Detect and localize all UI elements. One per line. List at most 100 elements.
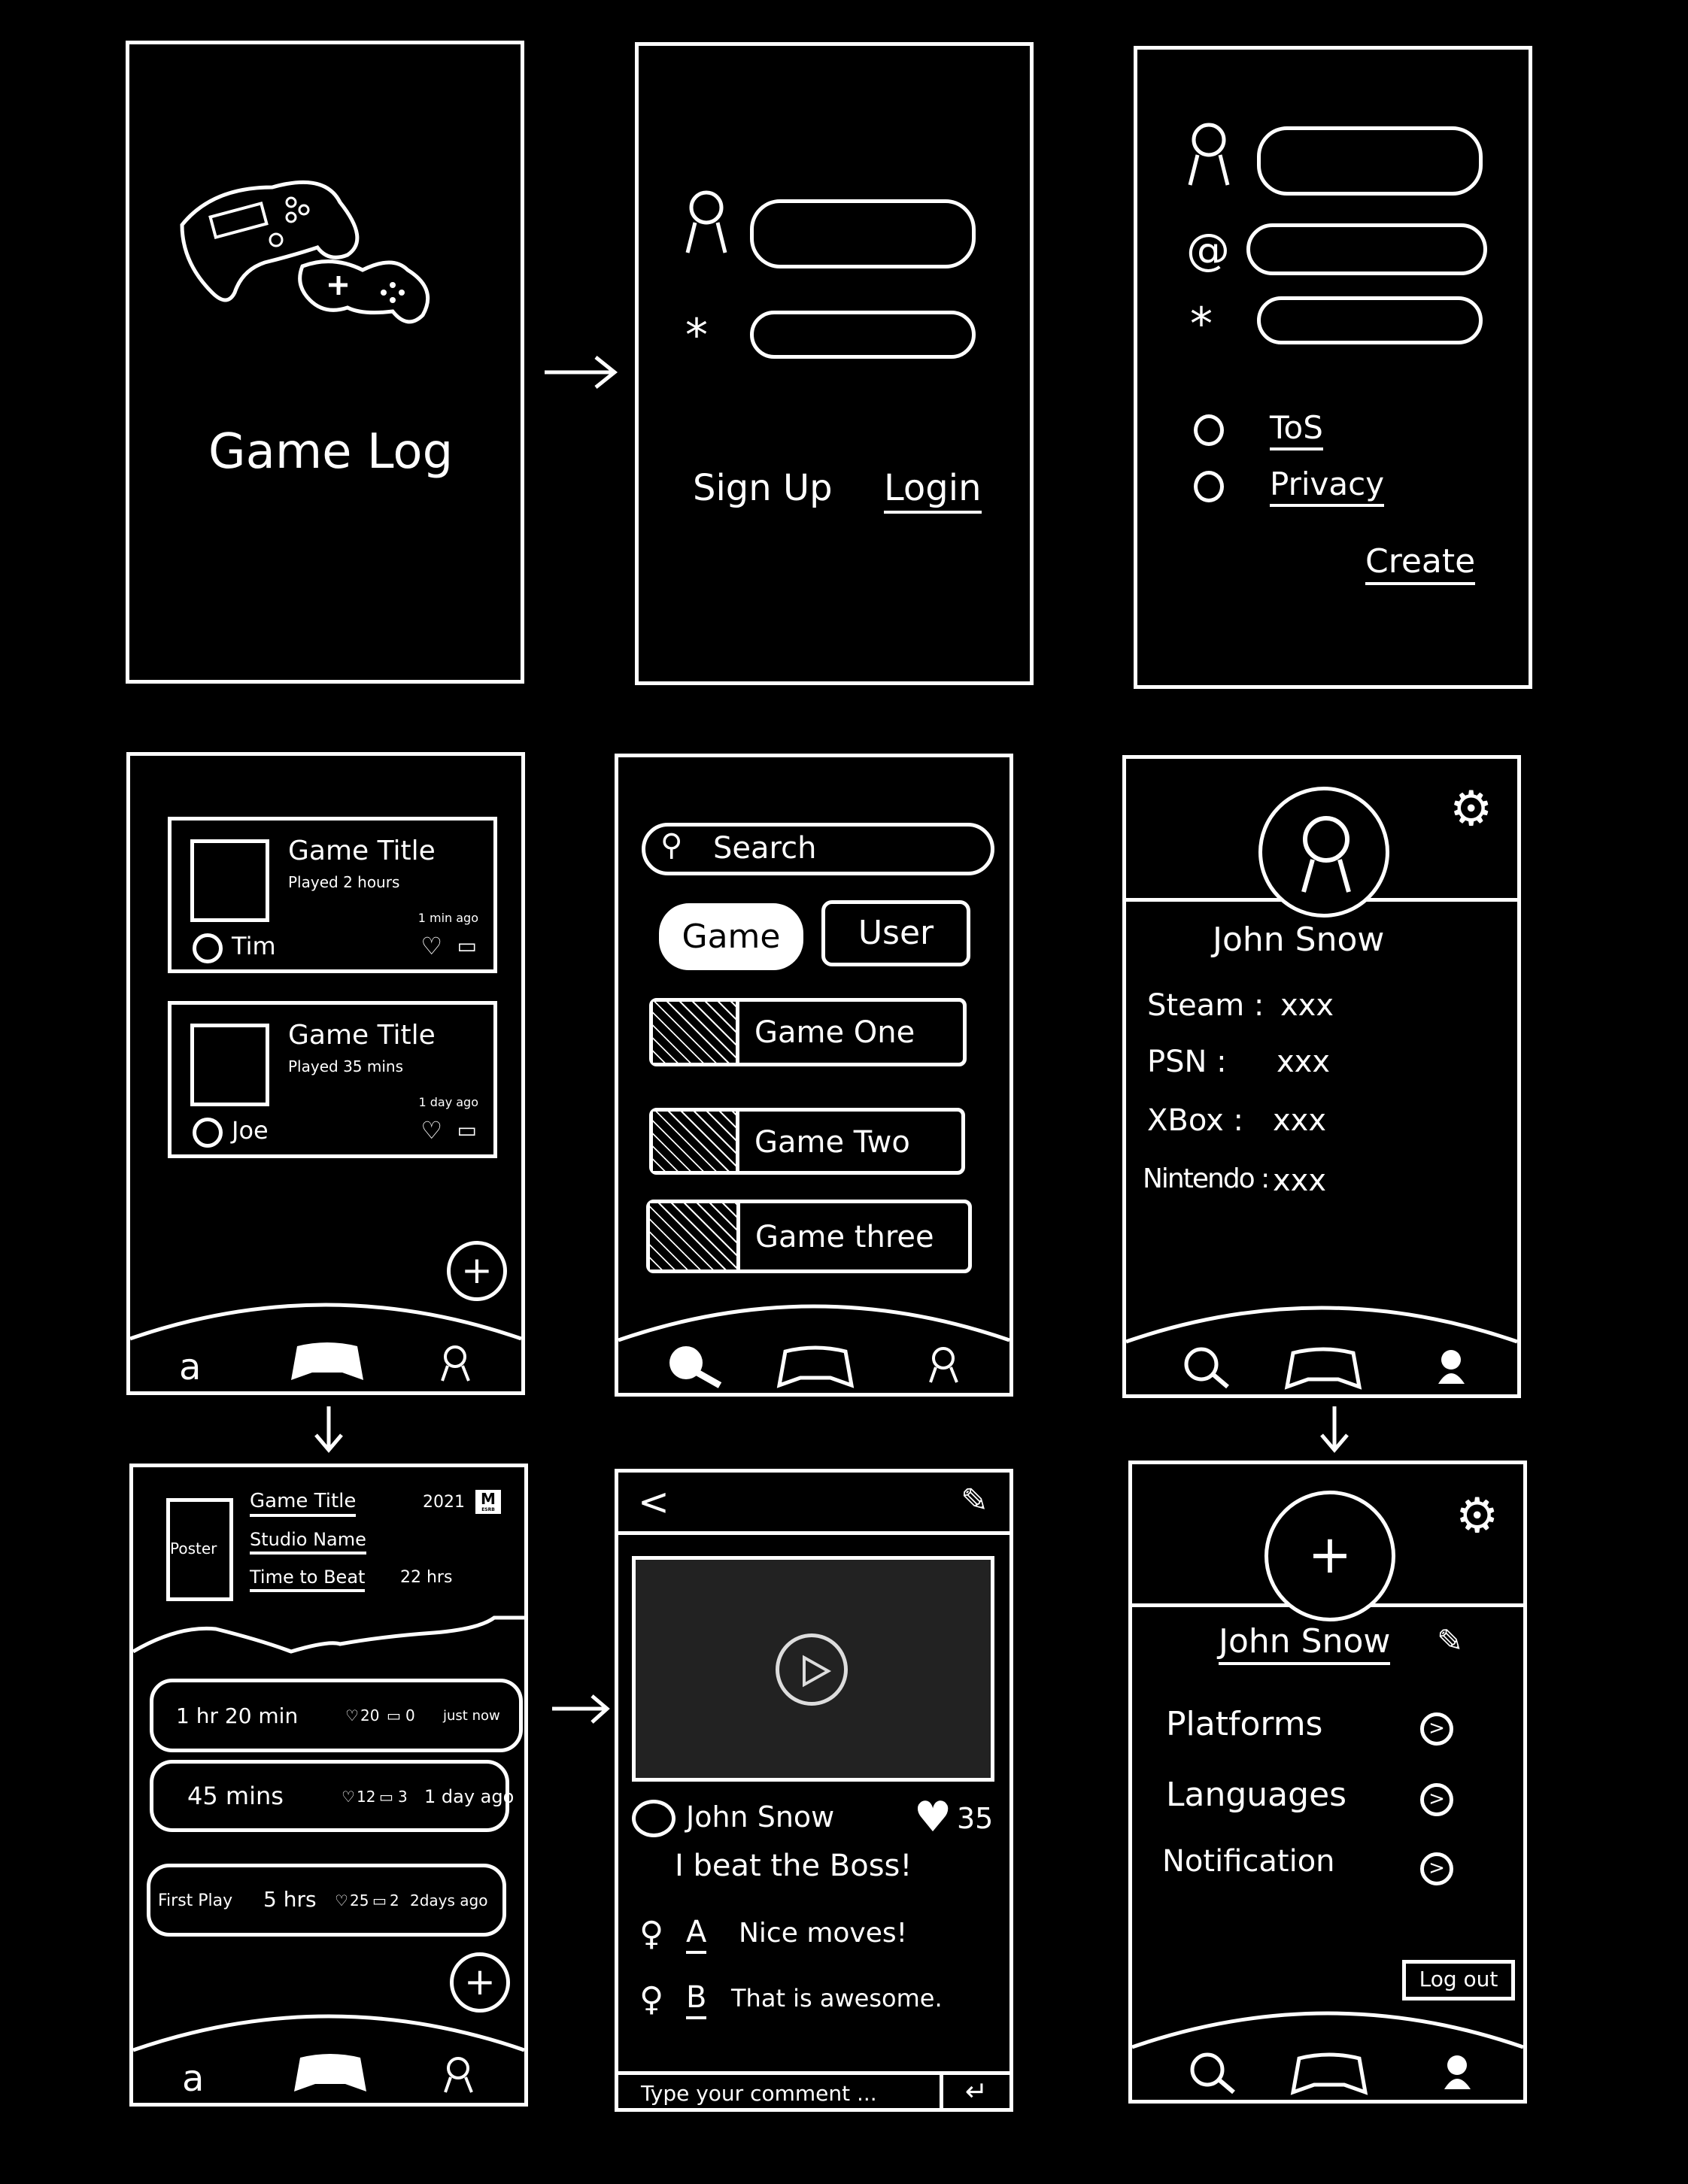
nav-search-icon[interactable]: a [179,1346,224,1388]
settings-gear-icon[interactable]: ⚙ [1450,781,1492,837]
feed-post-card[interactable]: Game Title Played 2 hours 1 min ago Tim … [168,817,497,973]
nav-gamepad-icon[interactable] [1284,1345,1362,1390]
comment-icon[interactable]: ▭ [379,1788,393,1806]
search-result[interactable]: Game One [649,998,967,1066]
bottom-nav [618,1303,1010,1393]
nav-search-icon[interactable]: a [182,2058,227,2100]
chevron-right-icon[interactable]: > [1420,1712,1453,1746]
username-input[interactable] [750,199,976,268]
game-thumbnail [190,839,269,922]
search-input[interactable]: ⚲ Search [642,823,994,875]
feed-post-card[interactable]: Game Title Played 35 mins 1 day ago Joe … [168,1001,497,1158]
play-button[interactable] [776,1633,848,1706]
add-session-button[interactable]: + [450,1952,510,2013]
result-title: Game three [755,1220,934,1254]
game-title[interactable]: Game Title [250,1490,357,1517]
search-result[interactable]: Game Two [649,1108,965,1175]
post-user[interactable]: Tim [232,932,276,960]
login-screen: * Sign Up Login [635,42,1034,685]
nav-profile-icon[interactable] [439,1345,484,1382]
session-card[interactable]: First Play 5 hrs ♡ 25 ▭ 2 2days ago [147,1864,506,1937]
video-player[interactable] [632,1556,994,1782]
logout-button[interactable]: Log out [1402,1960,1515,2000]
session-card[interactable]: 1 hr 20 min ♡ 20 ▭ 0 just now [150,1679,523,1752]
tos-link[interactable]: ToS [1270,409,1323,450]
settings-gear-icon[interactable]: ⚙ [1456,1488,1498,1544]
add-post-button[interactable]: + [447,1241,507,1301]
edit-pencil-icon[interactable]: ✎ [961,1482,988,1520]
settings-item-notification[interactable]: Notification [1162,1844,1335,1879]
login-button[interactable]: Login [884,467,982,514]
post-author[interactable]: John Snow [686,1800,834,1834]
heart-filled-icon[interactable]: ♥ [914,1793,952,1842]
commenter-name[interactable]: A [686,1915,707,1954]
platform-label: Steam : [1147,988,1264,1023]
settings-item-platforms[interactable]: Platforms [1166,1705,1322,1743]
like-count: 20 [360,1706,380,1724]
result-title: Game Two [754,1125,910,1160]
tab-user[interactable]: User [821,900,970,966]
nav-gamepad-icon[interactable] [290,1339,363,1380]
edit-name-pencil-icon[interactable]: ✎ [1437,1622,1463,1659]
heart-icon[interactable]: ♡ [342,1788,355,1806]
comment-icon[interactable]: ▭ [457,1118,477,1142]
nav-gamepad-icon[interactable] [776,1344,855,1388]
comment-icon[interactable]: ▭ [372,1891,387,1909]
username-input[interactable] [1257,126,1483,196]
rating-letter: M [481,1490,496,1508]
password-input[interactable] [1257,296,1483,344]
comment-input[interactable]: Type your comment ... [618,2071,943,2112]
password-input[interactable] [750,311,976,359]
tab-game-label: Game [682,918,781,956]
comment-icon[interactable]: ▭ [457,933,477,958]
tos-checkbox[interactable] [1194,414,1224,446]
settings-item-languages[interactable]: Languages [1166,1776,1346,1814]
email-input[interactable] [1246,223,1487,275]
bottom-nav: a [132,2013,525,2103]
commenter-name[interactable]: B [686,1980,707,2019]
studio-name[interactable]: Studio Name [250,1529,366,1555]
add-avatar-button[interactable]: + [1264,1491,1395,1621]
nav-profile-icon[interactable] [1441,2053,1486,2091]
profile-name: John Snow [1213,921,1385,959]
plus-icon: + [461,1248,493,1292]
game-thumbnail [650,1203,740,1269]
post-user[interactable]: Joe [232,1116,269,1145]
chevron-right-icon[interactable]: > [1420,1783,1453,1816]
session-card[interactable]: 45 mins ♡ 12 ▭ 3 1 day ago [150,1760,514,1832]
feed-screen: Game Title Played 2 hours 1 min ago Tim … [126,752,525,1395]
signup-link[interactable]: Sign Up [693,467,833,509]
chevron-right-icon[interactable]: > [1420,1852,1453,1885]
comment-icon[interactable]: ▭ [387,1706,401,1724]
nav-gamepad-icon[interactable] [293,2050,366,2091]
tab-game[interactable]: Game [659,903,803,970]
privacy-checkbox[interactable] [1194,471,1224,502]
nav-profile-icon[interactable] [442,2056,487,2094]
nav-search-icon[interactable] [1189,2051,1235,2095]
post-game-title: Game Title [288,1020,436,1051]
search-result[interactable]: Game three [646,1200,972,1273]
back-button[interactable]: < [638,1480,669,1524]
splash-screen: Game Log [126,41,524,684]
nav-profile-icon[interactable] [1434,1348,1480,1385]
privacy-link[interactable]: Privacy [1270,466,1385,507]
author-avatar[interactable] [632,1800,676,1837]
play-icon [803,1655,832,1688]
logout-label: Log out [1419,1967,1498,1991]
create-button[interactable]: Create [1365,542,1476,585]
heart-icon[interactable]: ♡ [335,1891,348,1909]
platform-label: Nintendo : [1143,1163,1270,1194]
game-thumbnail [190,1024,269,1106]
user-avatar[interactable] [193,1118,223,1148]
send-button[interactable]: ↵ [943,2071,1009,2112]
heart-icon[interactable]: ♡ [420,932,442,960]
heart-icon[interactable]: ♡ [420,1116,442,1145]
poster-label: Poster [170,1539,217,1558]
user-avatar[interactable] [193,933,223,963]
nav-gamepad-icon[interactable] [1290,2051,1368,2095]
gamepad-icon [180,180,430,324]
nav-search-icon[interactable] [1183,1345,1229,1389]
nav-search-icon[interactable] [667,1344,722,1388]
nav-profile-icon[interactable] [927,1346,972,1384]
heart-icon[interactable]: ♡ [345,1706,359,1724]
